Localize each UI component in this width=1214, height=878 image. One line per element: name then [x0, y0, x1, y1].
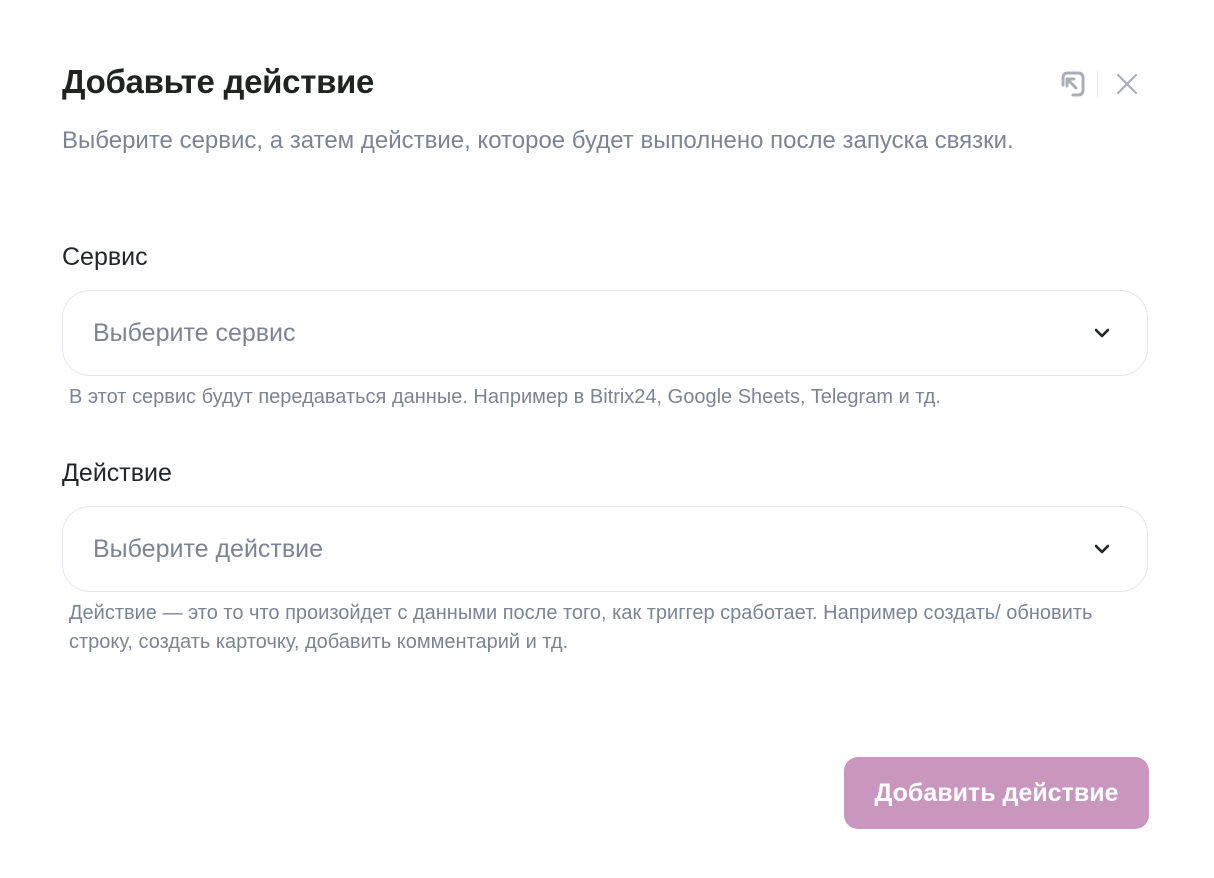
external-arrow-icon[interactable] — [1055, 67, 1089, 101]
header-divider — [1097, 71, 1098, 97]
action-select-placeholder: Выберите действие — [93, 534, 324, 563]
close-icon[interactable] — [1110, 67, 1144, 101]
modal-title: Добавьте действие — [62, 63, 375, 100]
action-select[interactable]: Выберите действие — [62, 506, 1148, 592]
service-hint: В этот сервис будут передаваться данные.… — [69, 386, 941, 408]
add-action-modal: Добавьте действие Выберите сервис, а зат… — [0, 0, 1214, 878]
service-select-placeholder: Выберите сервис — [93, 318, 296, 347]
modal-subtitle: Выберите сервис, а затем действие, котор… — [62, 127, 1014, 154]
service-select[interactable]: Выберите сервис — [62, 290, 1148, 376]
action-label: Действие — [62, 459, 172, 487]
chevron-down-icon — [1093, 540, 1111, 558]
service-label: Сервис — [62, 243, 148, 271]
action-hint: Действие — это то что произойдет с данны… — [69, 602, 1093, 653]
modal-header-actions — [1055, 66, 1144, 102]
add-action-button[interactable]: Добавить действие — [844, 757, 1149, 829]
chevron-down-icon — [1093, 324, 1111, 342]
